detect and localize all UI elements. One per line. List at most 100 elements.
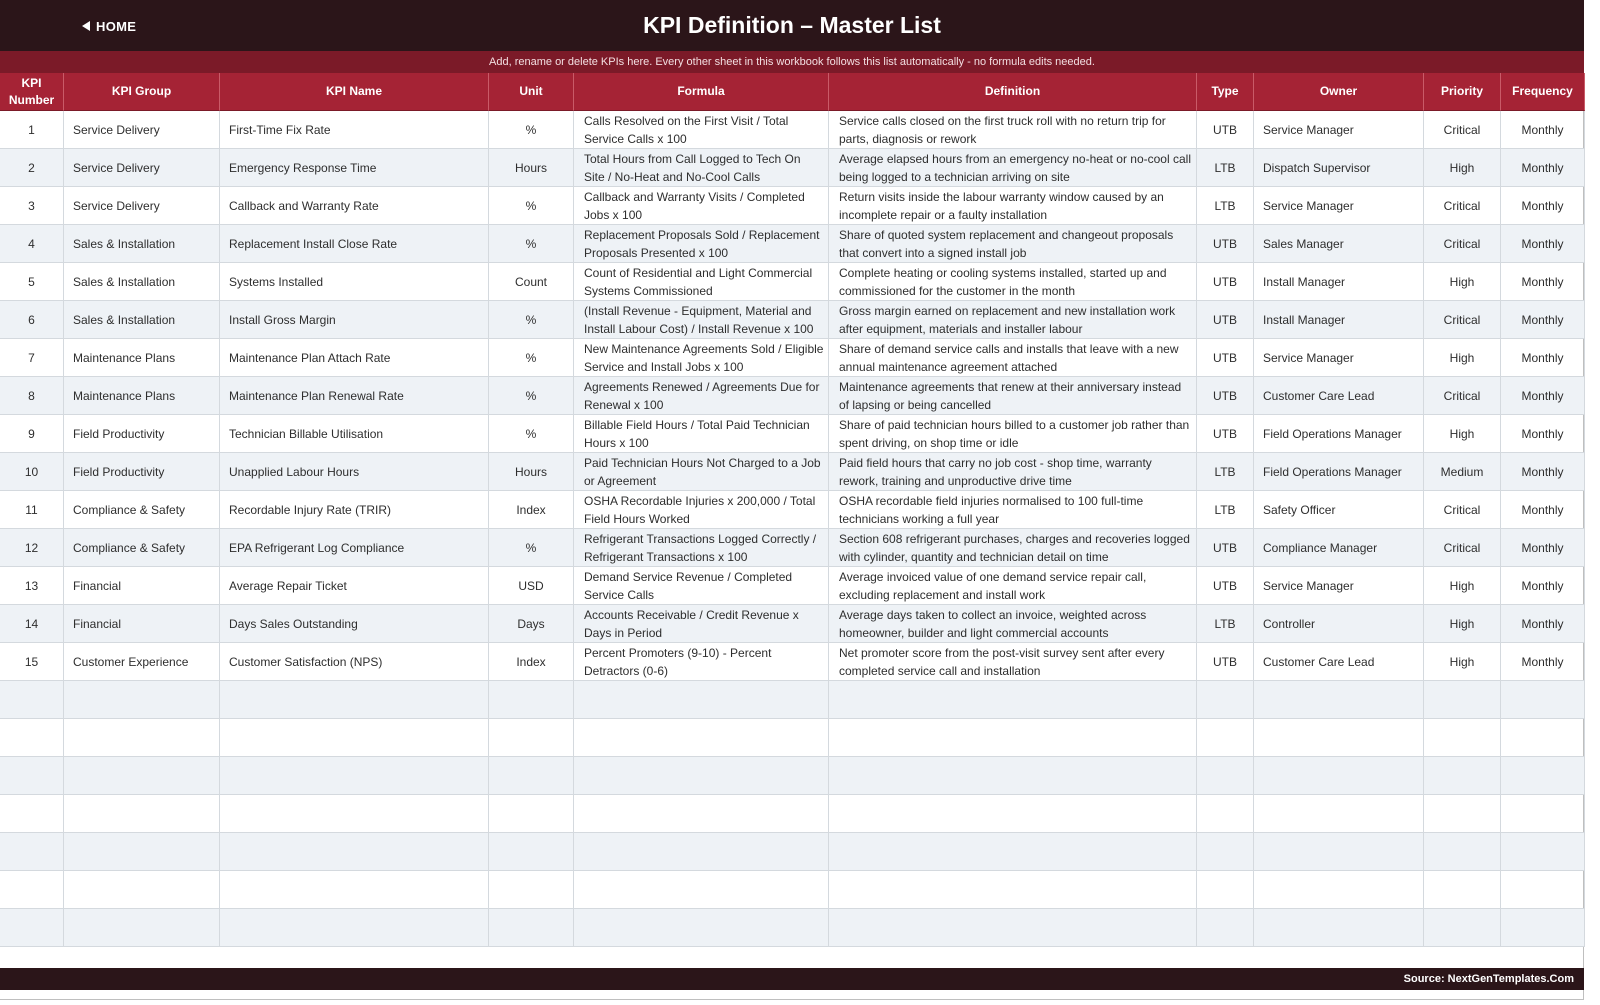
cell-frequency[interactable]: Monthly — [1501, 225, 1585, 263]
cell-frequency[interactable] — [1501, 719, 1585, 757]
cell-unit[interactable]: % — [489, 301, 574, 339]
cell-frequency[interactable] — [1501, 795, 1585, 833]
cell-type[interactable] — [1197, 719, 1254, 757]
column-header-priority[interactable]: Priority — [1424, 73, 1501, 111]
cell-kpi-group[interactable] — [64, 833, 220, 871]
cell-definition[interactable] — [829, 757, 1197, 795]
cell-definition[interactable]: Share of paid technician hours billed to… — [829, 415, 1197, 453]
cell-formula[interactable]: Accounts Receivable / Credit Revenue x D… — [574, 605, 829, 643]
cell-unit[interactable]: Index — [489, 643, 574, 681]
column-header-type[interactable]: Type — [1197, 73, 1254, 111]
cell-unit[interactable]: % — [489, 529, 574, 567]
cell-type[interactable]: UTB — [1197, 415, 1254, 453]
cell-formula[interactable]: Billable Field Hours / Total Paid Techni… — [574, 415, 829, 453]
cell-kpi-group[interactable]: Financial — [64, 567, 220, 605]
cell-type[interactable]: UTB — [1197, 263, 1254, 301]
cell-frequency[interactable]: Monthly — [1501, 643, 1585, 681]
cell-frequency[interactable]: Monthly — [1501, 263, 1585, 301]
cell-kpi-name[interactable]: Callback and Warranty Rate — [220, 187, 489, 225]
cell-formula[interactable]: New Maintenance Agreements Sold / Eligib… — [574, 339, 829, 377]
cell-frequency[interactable] — [1501, 833, 1585, 871]
cell-kpi-number[interactable]: 1 — [0, 111, 64, 149]
cell-kpi-group[interactable]: Sales & Installation — [64, 263, 220, 301]
cell-kpi-name[interactable]: Unapplied Labour Hours — [220, 453, 489, 491]
cell-owner[interactable] — [1254, 719, 1424, 757]
cell-definition[interactable]: Maintenance agreements that renew at the… — [829, 377, 1197, 415]
column-header-unit[interactable]: Unit — [489, 73, 574, 111]
cell-type[interactable]: UTB — [1197, 111, 1254, 149]
cell-owner[interactable]: Service Manager — [1254, 187, 1424, 225]
cell-priority[interactable]: Critical — [1424, 225, 1501, 263]
cell-kpi-number[interactable]: 11 — [0, 491, 64, 529]
cell-priority[interactable]: High — [1424, 605, 1501, 643]
cell-kpi-name[interactable]: Systems Installed — [220, 263, 489, 301]
cell-kpi-name[interactable] — [220, 909, 489, 947]
cell-kpi-name[interactable]: Install Gross Margin — [220, 301, 489, 339]
cell-unit[interactable] — [489, 681, 574, 719]
cell-kpi-group[interactable]: Maintenance Plans — [64, 377, 220, 415]
cell-kpi-number[interactable] — [0, 833, 64, 871]
cell-priority[interactable] — [1424, 909, 1501, 947]
cell-formula[interactable]: (Install Revenue - Equipment, Material a… — [574, 301, 829, 339]
cell-kpi-group[interactable] — [64, 719, 220, 757]
cell-priority[interactable]: Critical — [1424, 187, 1501, 225]
cell-unit[interactable]: Index — [489, 491, 574, 529]
cell-kpi-group[interactable]: Financial — [64, 605, 220, 643]
cell-definition[interactable] — [829, 795, 1197, 833]
cell-kpi-name[interactable] — [220, 719, 489, 757]
column-header-kpi-group[interactable]: KPI Group — [64, 73, 220, 111]
cell-type[interactable]: UTB — [1197, 301, 1254, 339]
cell-priority[interactable]: Critical — [1424, 111, 1501, 149]
cell-definition[interactable] — [829, 719, 1197, 757]
cell-formula[interactable] — [574, 757, 829, 795]
cell-kpi-name[interactable] — [220, 681, 489, 719]
cell-definition[interactable]: Service calls closed on the first truck … — [829, 111, 1197, 149]
cell-frequency[interactable]: Monthly — [1501, 339, 1585, 377]
cell-frequency[interactable] — [1501, 909, 1585, 947]
cell-owner[interactable] — [1254, 757, 1424, 795]
cell-type[interactable]: LTB — [1197, 187, 1254, 225]
cell-type[interactable]: LTB — [1197, 491, 1254, 529]
cell-kpi-group[interactable] — [64, 909, 220, 947]
cell-definition[interactable]: Average invoiced value of one demand ser… — [829, 567, 1197, 605]
cell-definition[interactable]: Net promoter score from the post-visit s… — [829, 643, 1197, 681]
cell-owner[interactable]: Field Operations Manager — [1254, 453, 1424, 491]
cell-priority[interactable]: High — [1424, 149, 1501, 187]
cell-owner[interactable]: Safety Officer — [1254, 491, 1424, 529]
cell-definition[interactable]: Gross margin earned on replacement and n… — [829, 301, 1197, 339]
cell-kpi-number[interactable]: 6 — [0, 301, 64, 339]
cell-priority[interactable]: High — [1424, 263, 1501, 301]
cell-kpi-number[interactable]: 13 — [0, 567, 64, 605]
cell-priority[interactable]: Critical — [1424, 301, 1501, 339]
cell-kpi-number[interactable]: 15 — [0, 643, 64, 681]
cell-frequency[interactable]: Monthly — [1501, 491, 1585, 529]
cell-kpi-group[interactable]: Sales & Installation — [64, 225, 220, 263]
cell-priority[interactable] — [1424, 719, 1501, 757]
cell-kpi-name[interactable]: Maintenance Plan Attach Rate — [220, 339, 489, 377]
cell-definition[interactable]: Section 608 refrigerant purchases, charg… — [829, 529, 1197, 567]
cell-definition[interactable] — [829, 909, 1197, 947]
cell-kpi-name[interactable]: EPA Refrigerant Log Compliance — [220, 529, 489, 567]
cell-priority[interactable]: Medium — [1424, 453, 1501, 491]
cell-kpi-group[interactable]: Maintenance Plans — [64, 339, 220, 377]
cell-kpi-name[interactable]: First-Time Fix Rate — [220, 111, 489, 149]
cell-formula[interactable] — [574, 833, 829, 871]
cell-type[interactable]: LTB — [1197, 149, 1254, 187]
cell-type[interactable]: UTB — [1197, 529, 1254, 567]
column-header-definition[interactable]: Definition — [829, 73, 1197, 111]
cell-priority[interactable] — [1424, 871, 1501, 909]
cell-type[interactable] — [1197, 795, 1254, 833]
cell-kpi-number[interactable]: 9 — [0, 415, 64, 453]
cell-owner[interactable]: Sales Manager — [1254, 225, 1424, 263]
cell-kpi-number[interactable] — [0, 871, 64, 909]
cell-owner[interactable] — [1254, 871, 1424, 909]
cell-kpi-group[interactable]: Service Delivery — [64, 111, 220, 149]
cell-kpi-name[interactable]: Maintenance Plan Renewal Rate — [220, 377, 489, 415]
cell-owner[interactable]: Customer Care Lead — [1254, 377, 1424, 415]
cell-unit[interactable] — [489, 909, 574, 947]
cell-kpi-group[interactable]: Customer Experience — [64, 643, 220, 681]
cell-type[interactable] — [1197, 871, 1254, 909]
column-header-formula[interactable]: Formula — [574, 73, 829, 111]
cell-unit[interactable]: % — [489, 187, 574, 225]
cell-kpi-name[interactable]: Customer Satisfaction (NPS) — [220, 643, 489, 681]
